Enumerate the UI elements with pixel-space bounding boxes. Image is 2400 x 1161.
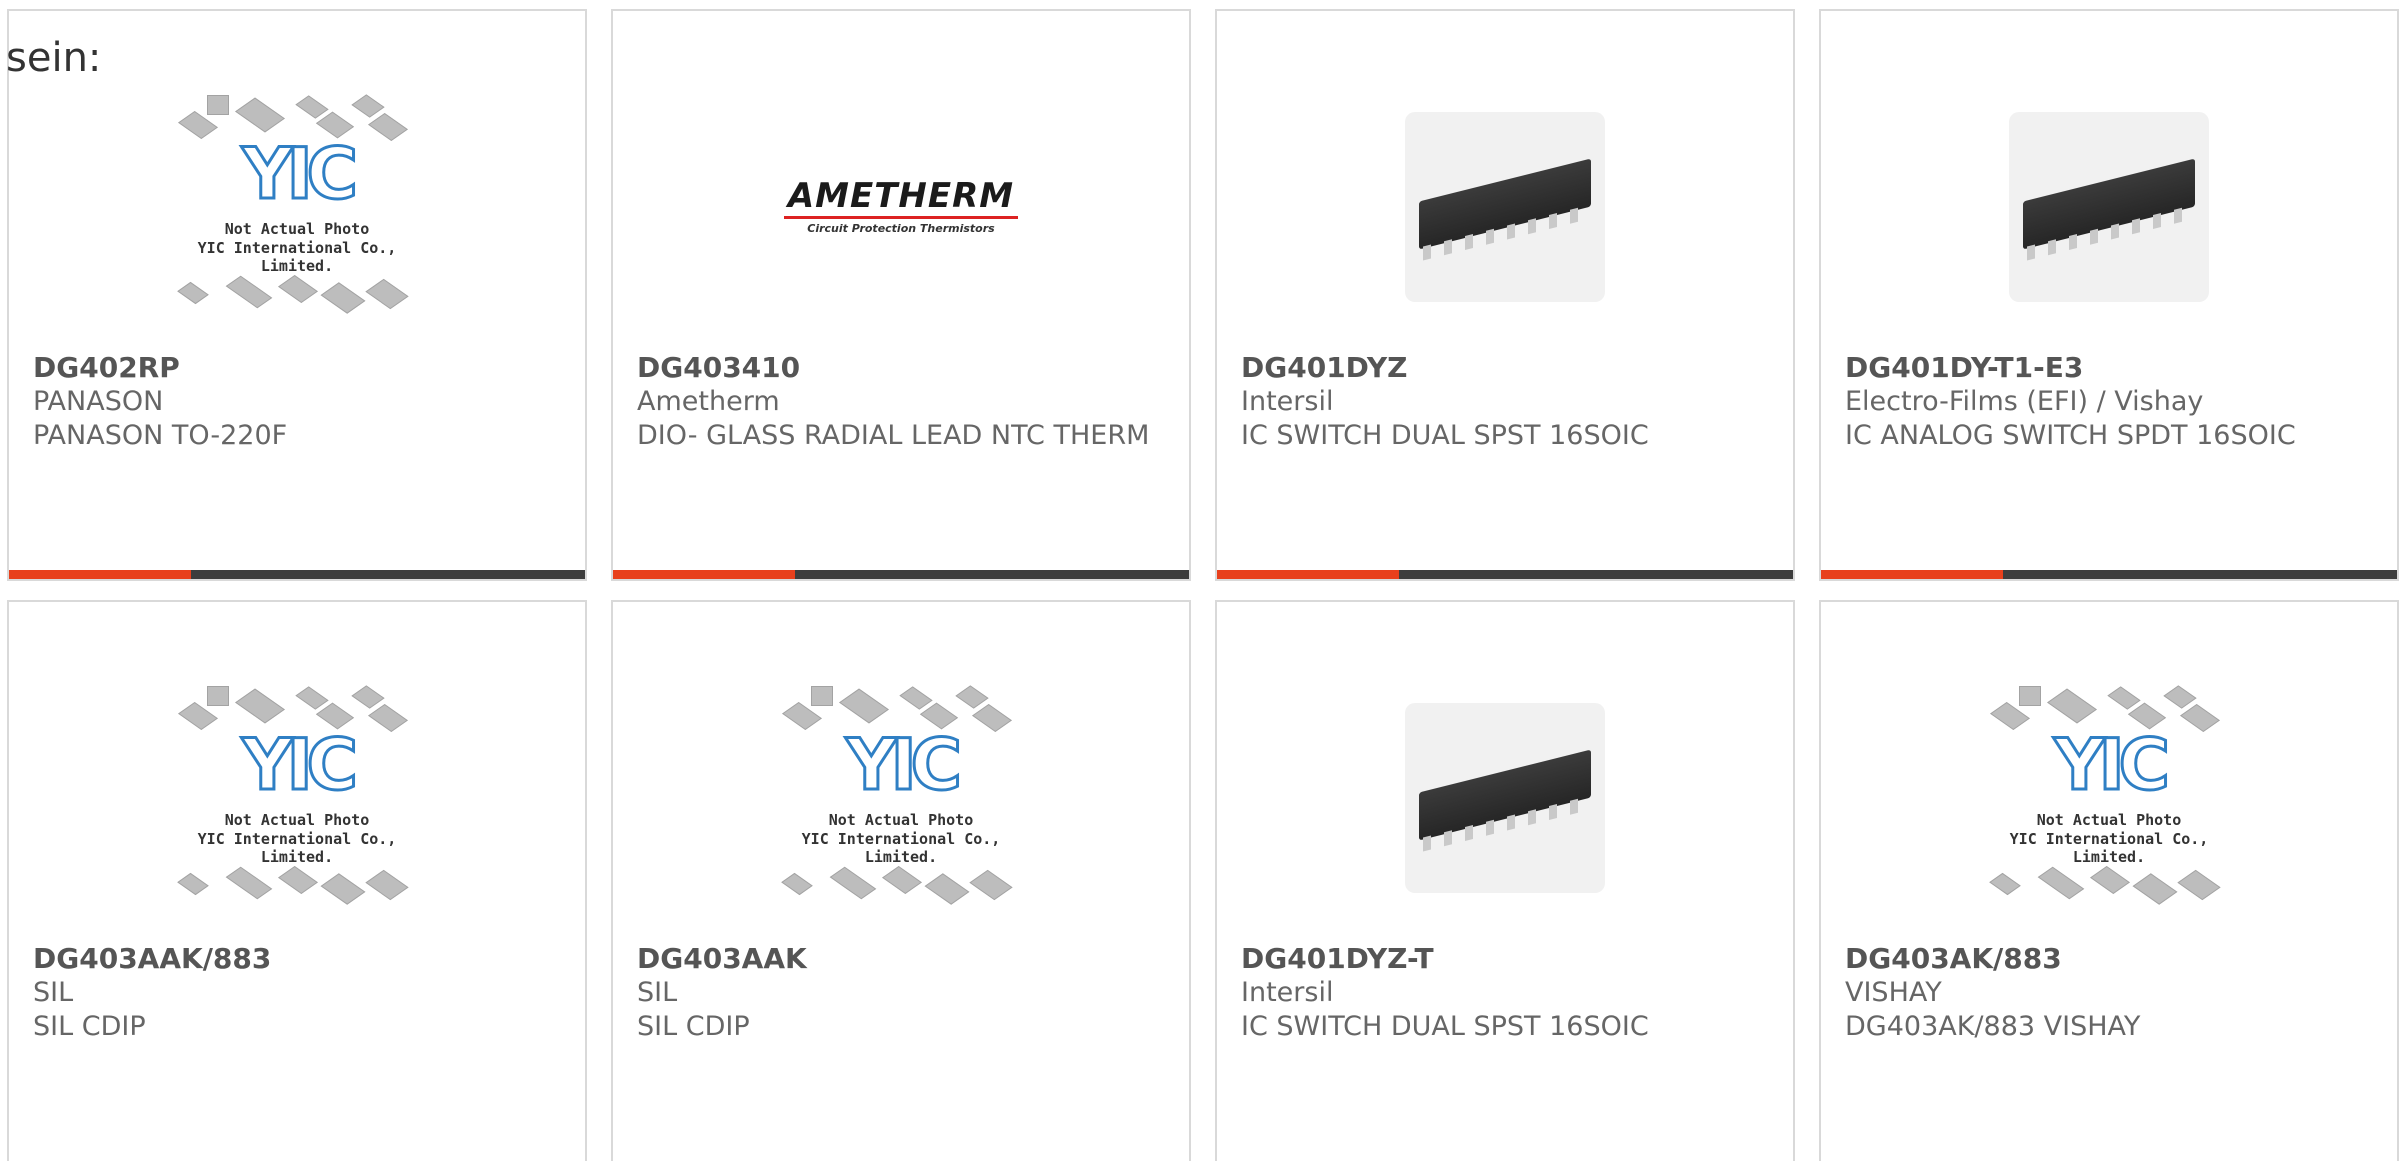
manufacturer: VISHAY: [1845, 977, 1942, 1008]
product-description: IC ANALOG SWITCH SPDT 16SOIC: [1845, 420, 2296, 451]
soic-16-chip-photo: [1405, 111, 1605, 302]
placeholder-caption: Not Actual Photo: [2036, 810, 2182, 829]
card-bottom-bar: [9, 570, 585, 579]
product-info: DG401DYZ-T Intersil IC SWITCH DUAL SPST …: [1241, 942, 1769, 1044]
product-info: DG403410 Ametherm DIO- GLASS RADIAL LEAD…: [637, 351, 1165, 453]
placeholder-caption: Not Actual Photo: [224, 219, 370, 238]
brand-logo-text: AMETHERM: [783, 177, 1019, 219]
product-description: IC SWITCH DUAL SPST 16SOIC: [1241, 1011, 1649, 1042]
product-image[interactable]: YIC Not Actual Photo YIC International C…: [613, 650, 1189, 945]
product-image[interactable]: AMETHERM Circuit Protection Thermistors: [613, 59, 1189, 354]
card-accent-bar: [613, 570, 795, 579]
product-image[interactable]: [1217, 650, 1793, 945]
product-description: DG403AK/883 VISHAY: [1845, 1011, 2141, 1042]
manufacturer: Electro-Films (EFI) / Vishay: [1845, 386, 2204, 417]
manufacturer: Intersil: [1241, 977, 1334, 1008]
product-card[interactable]: DG401DYZ-T Intersil IC SWITCH DUAL SPST …: [1215, 600, 1795, 1161]
product-description: PANASON TO-220F: [33, 420, 288, 451]
manufacturer: Intersil: [1241, 386, 1334, 417]
placeholder-company: YIC International Co., Limited.: [801, 829, 1001, 866]
placeholder-company: YIC International Co., Limited.: [197, 238, 397, 275]
product-description: SIL CDIP: [637, 1011, 750, 1042]
product-info: DG403AAK/883 SIL SIL CDIP: [33, 942, 561, 1044]
card-bottom-bar: [1217, 570, 1793, 579]
product-image[interactable]: [1217, 59, 1793, 354]
card-bottom-bar: [613, 570, 1189, 579]
part-number-link[interactable]: DG402RP: [33, 351, 561, 385]
part-number-link[interactable]: DG403410: [637, 351, 1165, 385]
product-image[interactable]: YIC Not Actual Photo YIC International C…: [9, 650, 585, 945]
card-accent-bar: [9, 570, 191, 579]
placeholder-company: YIC International Co., Limited.: [2009, 829, 2209, 866]
product-card[interactable]: YIC Not Actual Photo YIC International C…: [611, 600, 1191, 1161]
product-info: DG401DY-T1-E3 Electro-Films (EFI) / Vish…: [1845, 351, 2373, 453]
product-image[interactable]: YIC Not Actual Photo YIC International C…: [1821, 650, 2397, 945]
placeholder-caption: Not Actual Photo: [828, 810, 974, 829]
ametherm-logo: AMETHERM Circuit Protection Thermistors: [783, 177, 1019, 235]
manufacturer: SIL: [637, 977, 678, 1008]
product-grid-page: sein: YIC Not Actual Photo YIC Internati…: [0, 0, 2400, 1161]
product-card[interactable]: DG401DYZ Intersil IC SWITCH DUAL SPST 16…: [1215, 9, 1795, 581]
yic-logo: YIC: [240, 723, 359, 806]
product-card[interactable]: AMETHERM Circuit Protection Thermistors …: [611, 9, 1191, 581]
product-info: DG403AAK SIL SIL CDIP: [637, 942, 1165, 1044]
yic-logo: YIC: [2052, 723, 2171, 806]
product-card[interactable]: YIC Not Actual Photo YIC International C…: [1819, 600, 2399, 1161]
product-description: SIL CDIP: [33, 1011, 146, 1042]
product-card[interactable]: YIC Not Actual Photo YIC International C…: [7, 600, 587, 1161]
part-number-link[interactable]: DG403AAK: [637, 942, 1165, 976]
card-accent-bar: [1821, 570, 2003, 579]
brand-logo-tagline: Circuit Protection Thermistors: [807, 221, 995, 235]
product-card[interactable]: DG401DY-T1-E3 Electro-Films (EFI) / Vish…: [1819, 9, 2399, 581]
soic-16-chip-photo: [2009, 111, 2209, 302]
not-actual-photo-placeholder: YIC Not Actual Photo YIC International C…: [1974, 678, 2244, 918]
manufacturer: PANASON: [33, 386, 164, 417]
product-image[interactable]: [1821, 59, 2397, 354]
part-number-link[interactable]: DG401DYZ: [1241, 351, 1769, 385]
part-number-link[interactable]: DG401DY-T1-E3: [1845, 351, 2373, 385]
yic-logo: YIC: [844, 723, 963, 806]
intro-text: sein:: [6, 35, 102, 81]
product-info: DG401DYZ Intersil IC SWITCH DUAL SPST 16…: [1241, 351, 1769, 453]
placeholder-company: YIC International Co., Limited.: [197, 829, 397, 866]
product-info: DG403AK/883 VISHAY DG403AK/883 VISHAY: [1845, 942, 2373, 1044]
product-card[interactable]: YIC Not Actual Photo YIC International C…: [7, 9, 587, 581]
part-number-link[interactable]: DG401DYZ-T: [1241, 942, 1769, 976]
card-accent-bar: [1217, 570, 1399, 579]
manufacturer: SIL: [33, 977, 74, 1008]
product-description: IC SWITCH DUAL SPST 16SOIC: [1241, 420, 1649, 451]
product-info: DG402RP PANASON PANASON TO-220F: [33, 351, 561, 453]
card-bottom-bar: [1821, 570, 2397, 579]
not-actual-photo-placeholder: YIC Not Actual Photo YIC International C…: [162, 87, 432, 327]
product-image[interactable]: YIC Not Actual Photo YIC International C…: [9, 59, 585, 354]
not-actual-photo-placeholder: YIC Not Actual Photo YIC International C…: [162, 678, 432, 918]
manufacturer: Ametherm: [637, 386, 780, 417]
yic-logo: YIC: [240, 132, 359, 215]
part-number-link[interactable]: DG403AK/883: [1845, 942, 2373, 976]
product-description: DIO- GLASS RADIAL LEAD NTC THERM: [637, 420, 1150, 451]
not-actual-photo-placeholder: YIC Not Actual Photo YIC International C…: [766, 678, 1036, 918]
placeholder-caption: Not Actual Photo: [224, 810, 370, 829]
part-number-link[interactable]: DG403AAK/883: [33, 942, 561, 976]
soic-16-chip-photo: [1405, 702, 1605, 893]
